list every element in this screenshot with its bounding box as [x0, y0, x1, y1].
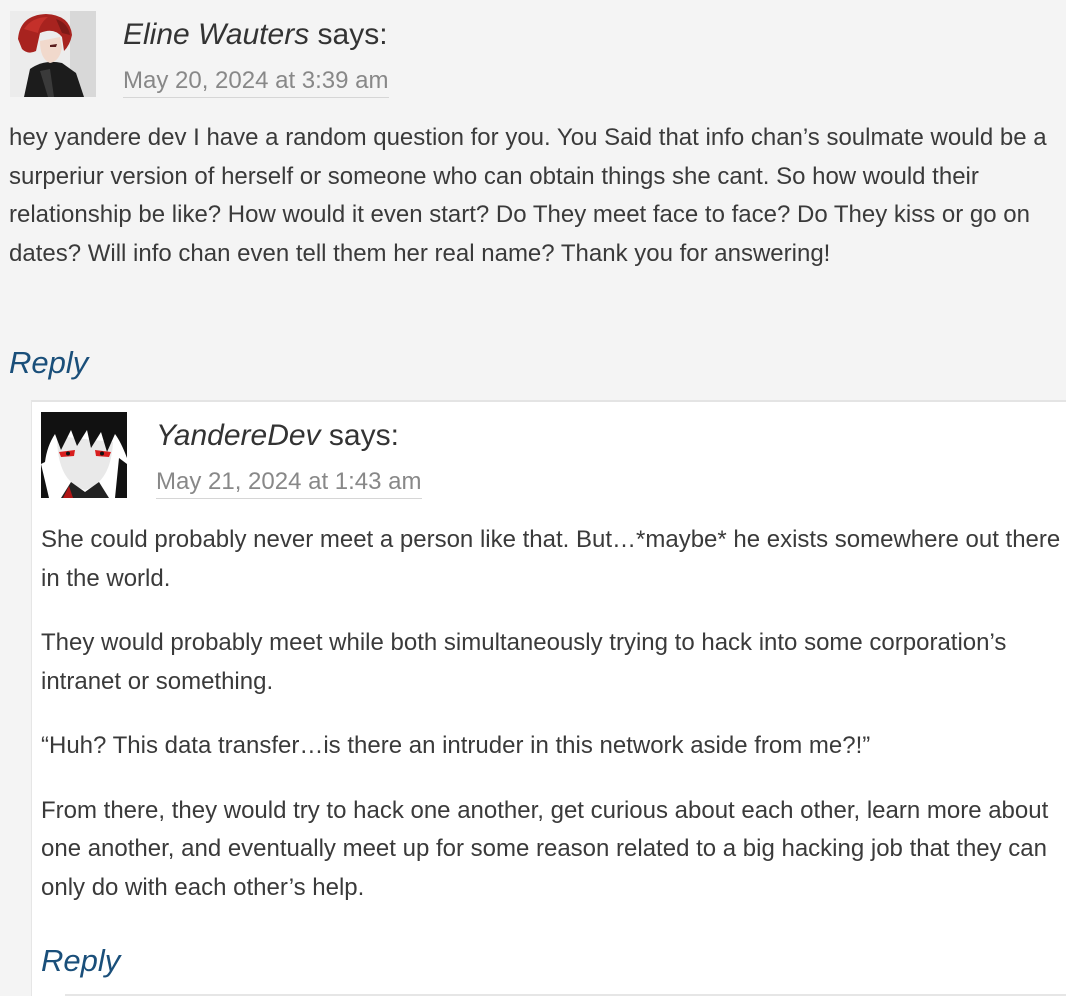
comment-body: She could probably never meet a person l…	[41, 521, 1061, 907]
reply-link[interactable]: Reply	[9, 345, 88, 381]
comment-date-link[interactable]: May 20, 2024 at 3:39 am	[123, 66, 389, 98]
author-name[interactable]: Eline Wauters	[123, 18, 309, 51]
comment-author-line: YandereDev says:	[156, 418, 399, 454]
comment-paragraph: She could probably never meet a person l…	[41, 526, 1061, 592]
reply-link[interactable]: Reply	[41, 943, 120, 979]
comment-author-line: Eline Wauters says:	[123, 17, 388, 53]
comment-paragraph: From there, they would try to hack one a…	[41, 796, 1049, 901]
comment-date-link[interactable]: May 21, 2024 at 1:43 am	[156, 467, 422, 499]
author-name[interactable]: YandereDev	[156, 419, 321, 452]
avatar-eline-wauters[interactable]	[10, 11, 96, 97]
black-haired-red-eyed-anime-avatar-icon	[41, 412, 127, 498]
avatar-yanderedev[interactable]	[41, 412, 127, 498]
comment-yanderedev-reply: YandereDev says: May 21, 2024 at 1:43 am…	[31, 400, 1066, 996]
comment-body: hey yandere dev I have a random question…	[9, 119, 1049, 273]
says-label: says:	[328, 419, 399, 452]
comment-paragraph: “Huh? This data transfer…is there an int…	[41, 732, 871, 759]
comment-paragraph: hey yandere dev I have a random question…	[9, 124, 1047, 267]
says-label: says:	[317, 18, 388, 51]
comment-paragraph: They would probably meet while both simu…	[41, 629, 1007, 695]
red-haired-anime-character-avatar-icon	[10, 11, 96, 97]
